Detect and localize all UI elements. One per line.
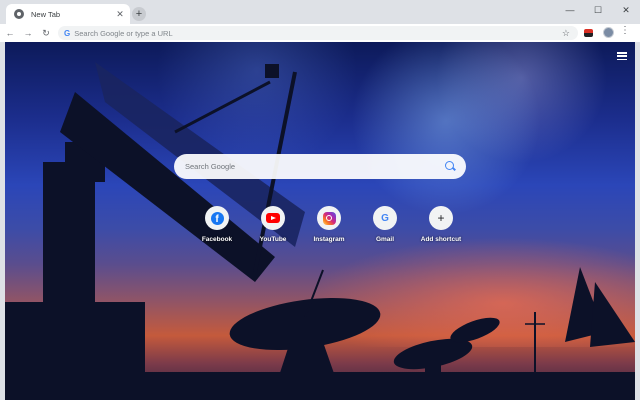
youtube-icon xyxy=(266,213,280,223)
reload-button[interactable]: ↻ xyxy=(38,25,54,41)
shortcut-youtube[interactable]: YouTube xyxy=(245,206,301,243)
add-icon: + xyxy=(437,211,445,225)
shortcut-tile[interactable]: f xyxy=(205,206,229,230)
shortcut-gmail[interactable]: G Gmail xyxy=(357,206,413,243)
instagram-icon xyxy=(322,211,336,225)
window-controls: — ☐ ✕ xyxy=(556,0,640,20)
extension-icon[interactable] xyxy=(584,29,593,37)
bookmark-star-icon[interactable]: ☆ xyxy=(562,28,570,39)
google-icon: G xyxy=(381,212,389,224)
profile-avatar-icon[interactable] xyxy=(603,27,614,38)
search-placeholder: Search Google xyxy=(185,162,236,171)
google-search-box[interactable]: Search Google xyxy=(174,154,466,179)
minimize-button[interactable]: — xyxy=(556,0,584,20)
chrome-favicon-icon xyxy=(14,9,24,19)
shortcut-tile[interactable]: G xyxy=(373,206,397,230)
address-bar[interactable]: G Search Google or type a URL ☆ xyxy=(58,26,578,40)
google-icon: G xyxy=(64,28,71,38)
address-bar-placeholder: Search Google or type a URL xyxy=(74,28,173,38)
shortcut-add[interactable]: + Add shortcut xyxy=(413,206,469,243)
maximize-button[interactable]: ☐ xyxy=(584,0,612,20)
shortcut-label: YouTube xyxy=(259,236,287,243)
back-button[interactable]: ← xyxy=(2,25,18,41)
title-bar: New Tab ✕ + — ☐ ✕ xyxy=(0,0,640,24)
close-window-button[interactable]: ✕ xyxy=(612,0,640,20)
shortcut-facebook[interactable]: f Facebook xyxy=(189,206,245,243)
shortcut-instagram[interactable]: Instagram xyxy=(301,206,357,243)
shortcut-label: Gmail xyxy=(375,236,395,243)
shortcut-label: Instagram xyxy=(313,236,345,243)
new-tab-page: Search Google f Facebook YouTube Instagr… xyxy=(5,42,635,400)
shortcut-label: Add shortcut xyxy=(420,236,462,243)
new-tab-button[interactable]: + xyxy=(132,7,146,21)
browser-toolbar: ← → ↻ G Search Google or type a URL ☆ ⋮ xyxy=(0,24,640,42)
shortcut-tile[interactable]: + xyxy=(429,206,453,230)
shortcut-label: Facebook xyxy=(201,236,233,243)
browser-menu-icon[interactable]: ⋮ xyxy=(620,25,630,36)
shortcut-tile[interactable] xyxy=(261,206,285,230)
tab-title: New Tab xyxy=(31,9,61,19)
tab-new-tab[interactable]: New Tab ✕ xyxy=(6,4,130,24)
shortcut-tile[interactable] xyxy=(317,206,341,230)
customize-menu-icon[interactable] xyxy=(617,52,627,60)
tab-close-icon[interactable]: ✕ xyxy=(113,7,127,21)
facebook-icon: f xyxy=(210,211,224,225)
forward-button[interactable]: → xyxy=(20,25,36,41)
search-icon[interactable] xyxy=(440,157,460,177)
shortcuts-row: f Facebook YouTube Instagram G Gmail + A… xyxy=(189,206,469,243)
